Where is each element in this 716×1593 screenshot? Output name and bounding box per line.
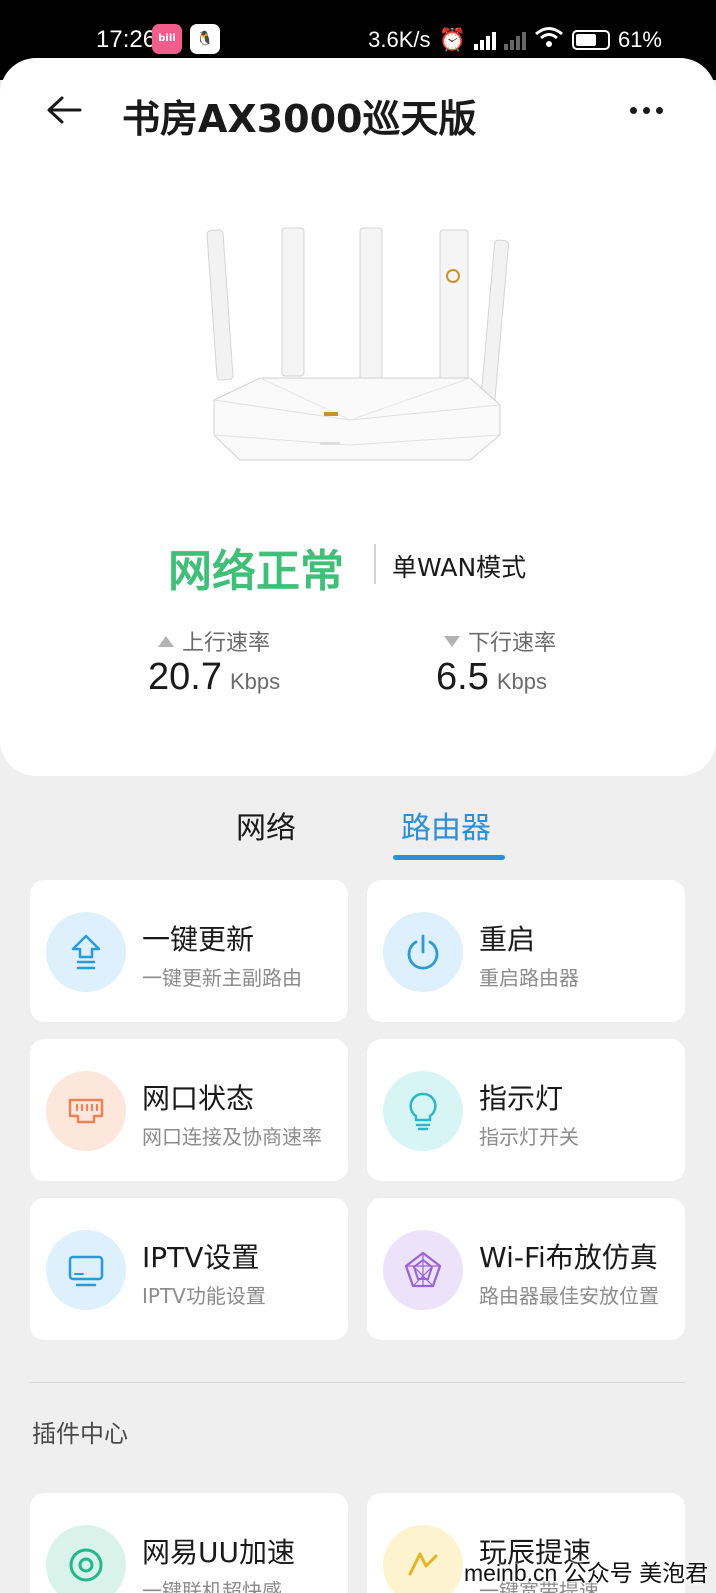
upload-rate: 20.7 Kbps bbox=[148, 656, 280, 699]
watermark: meinb.cn 公众号 美泡君 bbox=[464, 1560, 709, 1586]
download-rate-label: 下行速率 bbox=[444, 625, 556, 657]
indicator-light-card[interactable]: 指示灯 指示灯开关 bbox=[367, 1039, 685, 1181]
alarm-icon: ⏰ bbox=[438, 27, 466, 52]
upload-unit: Kbps bbox=[229, 669, 281, 694]
upload-label-text: 上行速率 bbox=[182, 631, 271, 656]
card-subtitle: IPTV功能设置 bbox=[142, 1284, 266, 1308]
upload-rate-label: 上行速率 bbox=[158, 625, 270, 657]
back-arrow-icon[interactable] bbox=[44, 90, 84, 130]
bilibili-icon: bili bbox=[152, 24, 182, 54]
signal-2-icon bbox=[503, 30, 526, 50]
plugin-center-title: 插件中心 bbox=[32, 1420, 128, 1448]
upgrade-arrow-icon bbox=[46, 912, 126, 992]
uu-accelerator-icon bbox=[46, 1525, 126, 1593]
card-subtitle: 一键更新主副路由 bbox=[142, 966, 302, 990]
card-subtitle: 重启路由器 bbox=[479, 966, 579, 990]
wifi-placement-icon bbox=[383, 1230, 463, 1310]
download-unit: Kbps bbox=[496, 669, 547, 694]
status-time: 17:26 bbox=[96, 26, 157, 53]
lightbulb-icon bbox=[383, 1071, 463, 1151]
tab-network[interactable]: 网络 bbox=[236, 803, 296, 847]
battery-percent: 61% bbox=[617, 27, 662, 52]
more-options-icon[interactable] bbox=[630, 100, 670, 120]
tab-router[interactable]: 路由器 bbox=[401, 803, 491, 847]
wan-mode: 单WAN模式 bbox=[392, 553, 527, 582]
upload-value: 20.7 bbox=[148, 656, 222, 698]
download-arrow-icon bbox=[444, 635, 460, 647]
download-rate: 6.5 Kbps bbox=[436, 656, 547, 699]
battery-icon bbox=[571, 30, 610, 50]
one-click-update-card[interactable]: 一键更新 一键更新主副路由 bbox=[30, 880, 348, 1022]
card-title: IPTV设置 bbox=[142, 1241, 260, 1274]
download-label-text: 下行速率 bbox=[468, 631, 557, 656]
card-title: 指示灯 bbox=[479, 1082, 564, 1115]
card-title: Wi-Fi布放仿真 bbox=[479, 1241, 658, 1274]
card-title: 网口状态 bbox=[142, 1082, 255, 1115]
download-value: 6.5 bbox=[436, 656, 489, 698]
ethernet-status-card[interactable]: 网口状态 网口连接及协商速率 bbox=[30, 1039, 348, 1181]
wanchen-speedup-icon bbox=[383, 1525, 463, 1593]
card-title: 一键更新 bbox=[142, 923, 255, 956]
signal-icon bbox=[473, 30, 496, 50]
reboot-card[interactable]: 重启 重启路由器 bbox=[367, 880, 685, 1022]
status-right: 3.6K/s ⏰ 61% bbox=[368, 26, 662, 54]
card-subtitle: 指示灯开关 bbox=[479, 1125, 579, 1149]
uu-accelerator-card[interactable]: 网易UU加速 一键联机超快感 bbox=[30, 1493, 348, 1593]
router-image bbox=[200, 220, 516, 480]
card-title: 网易UU加速 bbox=[142, 1536, 295, 1569]
net-speed: 3.6K/s bbox=[368, 27, 431, 52]
network-status: 网络正常 bbox=[168, 546, 344, 597]
iptv-settings-card[interactable]: IPTV设置 IPTV功能设置 bbox=[30, 1198, 348, 1340]
tv-icon bbox=[46, 1230, 126, 1310]
wifi-icon bbox=[534, 26, 564, 54]
active-tab-indicator bbox=[393, 855, 505, 860]
card-subtitle: 网口连接及协商速率 bbox=[142, 1125, 322, 1149]
qq-icon: 🐧 bbox=[190, 24, 220, 54]
status-divider bbox=[374, 544, 376, 584]
ethernet-port-icon bbox=[46, 1071, 126, 1151]
card-title: 重启 bbox=[479, 923, 536, 956]
wifi-placement-card[interactable]: Wi-Fi布放仿真 路由器最佳安放位置 bbox=[367, 1198, 685, 1340]
card-subtitle: 一键联机超快感 bbox=[142, 1579, 282, 1593]
section-divider bbox=[30, 1382, 685, 1383]
power-icon bbox=[383, 912, 463, 992]
page-title: 书房AX3000巡天版 bbox=[122, 97, 477, 141]
card-subtitle: 路由器最佳安放位置 bbox=[479, 1284, 659, 1308]
upload-arrow-icon bbox=[158, 635, 174, 647]
